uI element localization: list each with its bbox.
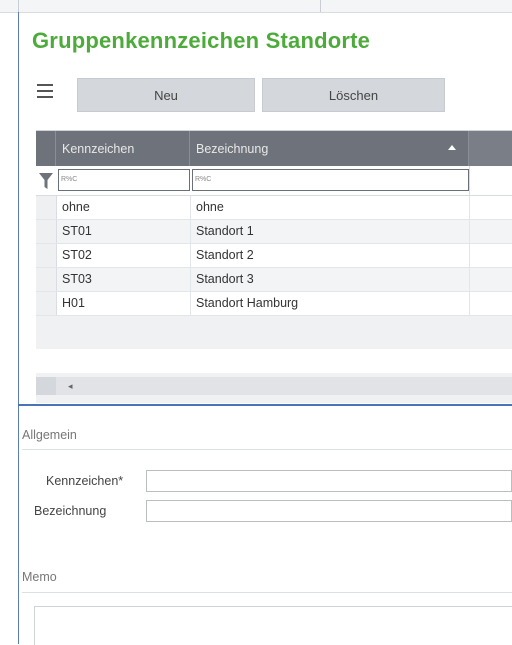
bezeichnung-label: Bezeichnung	[34, 504, 107, 518]
cell-bezeichnung: Standort 3	[196, 272, 254, 286]
page-title: Gruppenkennzeichen Standorte	[32, 28, 371, 53]
new-button[interactable]: Neu	[77, 78, 255, 112]
window-top-bar	[0, 0, 512, 13]
table-row[interactable]: ohne ohne	[36, 196, 512, 220]
grid-empty-area	[36, 349, 512, 373]
hamburger-icon[interactable]	[37, 84, 53, 98]
cell-bezeichnung: Standort Hamburg	[196, 296, 299, 310]
row-header[interactable]	[36, 268, 57, 291]
cell-bezeichnung: ohne	[196, 200, 224, 214]
top-bar-separator	[18, 0, 19, 12]
delete-button[interactable]: Löschen	[262, 78, 445, 112]
horizontal-scrollbar[interactable]: ◂	[36, 377, 512, 395]
section-label-general: Allgemein	[22, 428, 77, 442]
filter-input-kennzeichen[interactable]: R%C	[58, 169, 190, 191]
cell-bezeichnung: Standort 2	[196, 248, 254, 262]
scrollbar-corner	[36, 377, 56, 395]
table-row[interactable]: ST02 Standort 2	[36, 244, 512, 268]
row-header[interactable]	[36, 292, 57, 315]
row-header[interactable]	[36, 220, 57, 243]
row-header[interactable]	[36, 244, 57, 267]
data-grid: Kennzeichen Bezeichnung R%C R%C ohne ohn…	[36, 130, 512, 403]
filter-icon[interactable]	[39, 173, 53, 189]
top-bar-separator	[320, 0, 321, 12]
column-header-kennzeichen[interactable]: Kennzeichen	[56, 131, 190, 166]
memo-textarea[interactable]	[34, 606, 512, 645]
filter-empty-cell	[469, 166, 512, 195]
panel-divider[interactable]	[18, 404, 512, 406]
row-header-corner	[36, 131, 56, 166]
section-divider	[22, 592, 512, 593]
bezeichnung-field[interactable]	[146, 500, 512, 522]
kennzeichen-field[interactable]	[146, 470, 512, 492]
sort-ascending-icon	[448, 145, 456, 150]
table-row[interactable]: ST03 Standort 3	[36, 268, 512, 292]
table-row[interactable]: ST01 Standort 1	[36, 220, 512, 244]
column-header-bezeichnung[interactable]: Bezeichnung	[190, 131, 469, 166]
table-row[interactable]: H01 Standort Hamburg	[36, 292, 512, 316]
cell-kennzeichen: ST03	[62, 272, 92, 286]
cell-bezeichnung: Standort 1	[196, 224, 254, 238]
column-header-label: Bezeichnung	[196, 141, 269, 156]
row-header[interactable]	[36, 196, 57, 219]
window-left-border	[18, 12, 19, 644]
column-header-empty	[469, 131, 512, 166]
cell-kennzeichen: ohne	[62, 200, 90, 214]
grid-header: Kennzeichen Bezeichnung	[36, 131, 512, 166]
cell-kennzeichen: ST01	[62, 224, 92, 238]
filter-row: R%C R%C	[36, 166, 512, 196]
scroll-left-icon[interactable]: ◂	[68, 381, 73, 392]
cell-kennzeichen: ST02	[62, 248, 92, 262]
kennzeichen-label: Kennzeichen*	[46, 474, 124, 488]
filter-input-bezeichnung[interactable]: R%C	[192, 169, 469, 191]
section-divider	[22, 449, 512, 450]
section-label-memo: Memo	[22, 570, 57, 584]
cell-kennzeichen: H01	[62, 296, 85, 310]
